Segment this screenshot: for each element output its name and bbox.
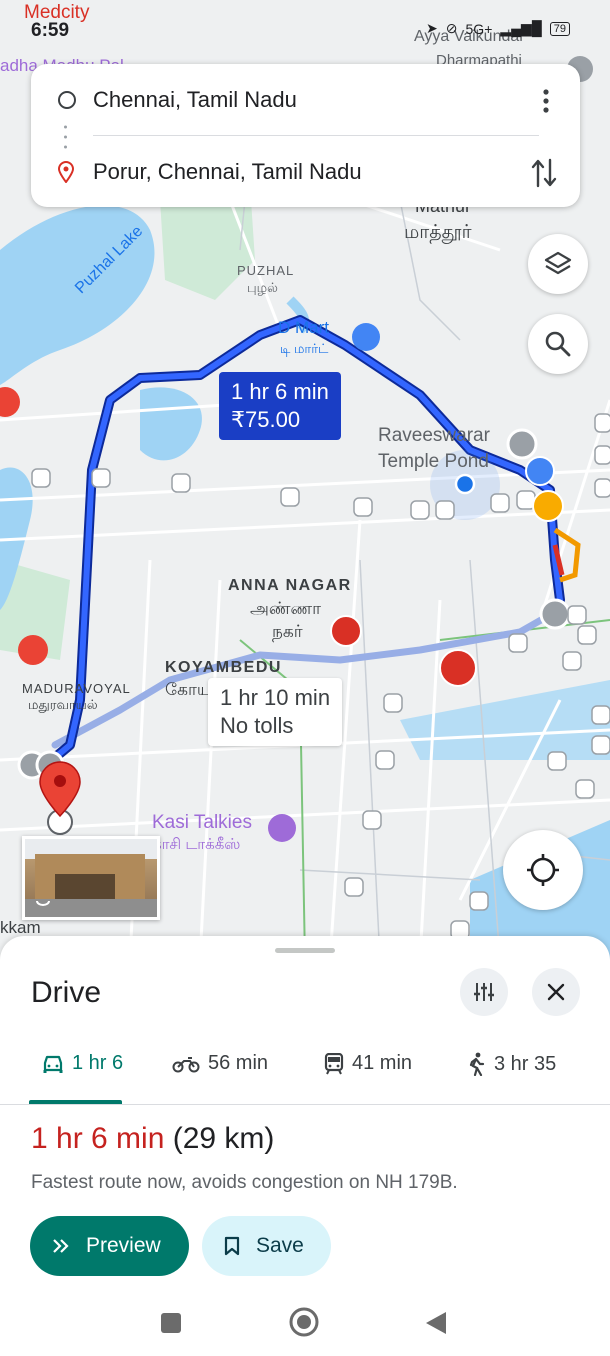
route-description: Fastest route now, avoids congestion on … — [31, 1172, 458, 1193]
sheet-title: Drive — [31, 976, 102, 1009]
car-icon — [43, 1055, 63, 1073]
signal-icon: ▂▄▆█ — [500, 20, 542, 36]
link-icon: ⊘ — [445, 20, 458, 36]
tab-walk-label: 3 hr 35 — [494, 1052, 557, 1075]
search-along-route-button[interactable] — [528, 314, 588, 374]
crosshair-icon — [527, 854, 559, 886]
status-bar: Medcity 6:59 ➤ ⊘ 5G+ ▂▄▆█ 79 — [0, 0, 610, 46]
map-label-anna-nagar: ANNA NAGAR — [228, 577, 352, 594]
route-summary: 1 hr 6 min (29 km) — [31, 1122, 274, 1156]
map-label-kasi-talkies-tamil: காசி டாக்கீஸ் — [152, 836, 241, 853]
status-icons: ➤ ⊘ 5G+ ▂▄▆█ 79 — [426, 20, 570, 37]
origin-circle-icon — [58, 91, 76, 109]
map-label-anna-nagar-tamil-2: நகர் — [272, 622, 303, 641]
origin-text: Chennai, Tamil Nadu — [93, 87, 297, 112]
layers-icon — [544, 251, 572, 275]
tab-motorbike[interactable]: 56 min — [172, 1052, 268, 1075]
save-button[interactable]: Save — [202, 1216, 331, 1276]
tab-walk[interactable]: 3 hr 35 — [468, 1052, 556, 1076]
map-label-temple-2: Temple Pond — [378, 451, 489, 472]
origin-field[interactable]: Chennai, Tamil Nadu — [31, 80, 580, 120]
summary-distance: (29 km) — [172, 1122, 275, 1155]
close-icon — [547, 983, 565, 1001]
status-time: 6:59 — [31, 20, 70, 41]
destination-text: Porur, Chennai, Tamil Nadu — [93, 159, 362, 184]
home-icon[interactable] — [288, 1306, 320, 1338]
swap-icon[interactable] — [530, 156, 558, 190]
map-label-mathur-tamil: மாத்தூர் — [404, 222, 472, 243]
network-label: 5G+ — [465, 20, 493, 37]
more-options-icon[interactable] — [536, 88, 556, 114]
tab-transit[interactable]: 41 min — [324, 1052, 412, 1075]
preview-label: Preview — [86, 1234, 161, 1257]
system-nav-bar — [0, 1290, 610, 1356]
sheet-drag-handle[interactable] — [275, 948, 335, 953]
route-alt-time: 1 hr 10 min — [220, 685, 331, 710]
recents-icon[interactable] — [160, 1312, 182, 1334]
close-button[interactable] — [532, 968, 580, 1016]
summary-time: 1 hr 6 min — [31, 1122, 165, 1155]
directions-search-card: Chennai, Tamil Nadu Porur, Chennai, Tami… — [31, 64, 580, 207]
destination-field[interactable]: Porur, Chennai, Tamil Nadu — [31, 152, 580, 192]
map-label-temple-1: Raveeswarar — [378, 425, 490, 446]
field-divider — [93, 135, 539, 136]
save-label: Save — [256, 1234, 304, 1257]
map-label-maduravoyal-tamil: மதுரவாயல் — [28, 697, 98, 712]
route-badge-primary[interactable]: 1 hr 6 min ₹75.00 — [219, 372, 341, 440]
map-label-maduravoyal: MADURAVOYAL — [22, 681, 131, 696]
route-dots-icon — [64, 125, 67, 149]
map-label-anna-nagar-tamil-1: அண்ணா — [250, 599, 322, 618]
map-label-puzhal-tamil: புழல் — [247, 280, 278, 295]
tab-drive-label: 1 hr 6 — [72, 1052, 124, 1074]
route-badge-alternate[interactable]: 1 hr 10 min No tolls — [208, 678, 343, 746]
active-tab-indicator — [29, 1100, 122, 1104]
train-icon — [324, 1052, 344, 1074]
destination-pin-icon — [58, 161, 74, 183]
battery-icon: 79 — [549, 21, 570, 36]
location-arrow-icon: ➤ — [426, 20, 438, 36]
travel-mode-tabs: 1 hr 6 56 min 41 min 3 hr 35 — [0, 1038, 610, 1105]
street-view-thumbnail[interactable] — [22, 836, 160, 920]
double-chevron-icon — [53, 1239, 69, 1253]
motorbike-icon — [172, 1056, 200, 1072]
bookmark-icon — [224, 1236, 240, 1256]
back-icon[interactable] — [424, 1310, 448, 1336]
map-label-puzhal: PUZHAL — [237, 263, 295, 278]
map-label-kkam: kkam — [0, 918, 41, 937]
tab-drive[interactable]: 1 hr 6 — [42, 1052, 123, 1075]
tab-motorbike-label: 56 min — [208, 1052, 269, 1074]
map-label-dmart-tamil: டி மார்ட் — [280, 341, 329, 356]
walk-icon — [469, 1052, 485, 1076]
route-primary-time: 1 hr 6 min — [231, 379, 329, 404]
route-options-button[interactable] — [460, 968, 508, 1016]
map-label-koyambedu-tamil: கோய — [165, 680, 212, 699]
preview-button[interactable]: Preview — [30, 1216, 189, 1276]
route-primary-toll: ₹75.00 — [231, 407, 301, 432]
route-alt-toll: No tolls — [220, 713, 294, 738]
search-icon — [545, 331, 571, 357]
my-location-button[interactable] — [503, 830, 583, 910]
sliders-icon — [474, 983, 494, 1001]
layers-button[interactable] — [528, 234, 588, 294]
tab-transit-label: 41 min — [352, 1052, 413, 1074]
map-label-kasi-talkies: Kasi Talkies — [152, 812, 252, 833]
map-label-koyambedu: KOYAMBEDU — [165, 659, 282, 676]
map-label-dmart: D Mart — [278, 318, 329, 337]
